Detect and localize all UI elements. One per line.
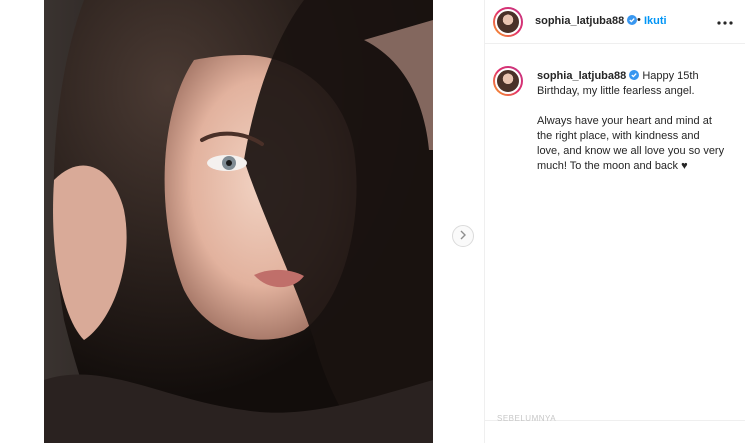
post-sidebar: sophia_latjuba88 • Ikuti sophia_latjuba8… [484, 0, 745, 443]
caption-para-line: much! To the moon and back ♥ [537, 160, 688, 172]
faint-label: SEBELUMNYA [497, 414, 557, 423]
more-horizontal-icon [717, 12, 733, 30]
caption: sophia_latjuba88 Happy 15th Birthday, my… [537, 69, 737, 189]
verified-badge-icon [629, 70, 640, 80]
caption-line-1: Happy 15th [642, 70, 699, 82]
caption-avatar-image [495, 68, 521, 94]
next-photo-button[interactable] [452, 225, 474, 247]
header-username: sophia_latjuba88 [535, 15, 625, 27]
caption-line-2: Birthday, my little fearless angel. [537, 85, 695, 97]
caption-username: sophia_latjuba88 [537, 70, 627, 82]
caption-para-line: Always have your heart and mind at [537, 115, 712, 127]
caption-avatar[interactable] [493, 66, 523, 96]
follow-button[interactable]: Ikuti [644, 15, 667, 27]
caption-para-line: the right place, with kindness and [537, 130, 700, 142]
avatar[interactable] [493, 7, 523, 37]
caption-username-link[interactable]: sophia_latjuba88 [537, 70, 640, 82]
avatar-image [495, 9, 521, 35]
chevron-right-icon [458, 227, 468, 245]
dot-separator: • [637, 14, 641, 26]
media-panel [0, 0, 484, 443]
post-header: sophia_latjuba88 • Ikuti [485, 0, 745, 44]
more-options-button[interactable] [713, 9, 737, 33]
post-photo[interactable] [44, 0, 433, 443]
verified-badge-icon [627, 15, 638, 25]
header-username-link[interactable]: sophia_latjuba88 [535, 15, 638, 27]
caption-para-line: love, and know we all love you so very [537, 145, 725, 157]
